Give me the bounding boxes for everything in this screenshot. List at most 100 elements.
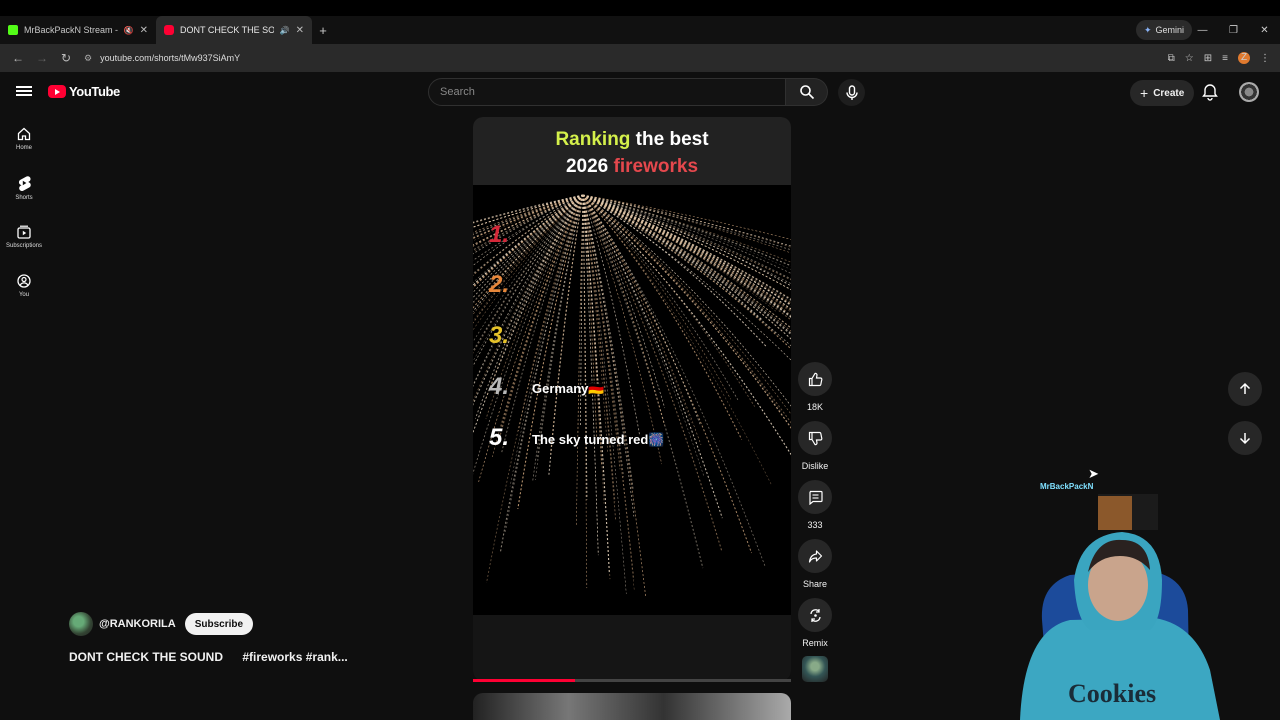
share-label: Share <box>802 579 828 589</box>
firework-streak <box>473 194 584 266</box>
home-icon <box>17 127 31 140</box>
hamburger-menu-icon[interactable] <box>16 84 32 100</box>
extensions-icon[interactable]: ⊞ <box>1204 53 1212 64</box>
like-action: 18K <box>798 362 832 412</box>
subscribe-button[interactable]: Subscribe <box>184 613 254 635</box>
voice-search-button[interactable] <box>838 79 865 106</box>
streamer-name-tag: MrBackPackN <box>1040 482 1094 491</box>
firework-streak <box>582 194 791 334</box>
remix-label: Remix <box>802 638 828 648</box>
gemini-button[interactable]: ✦ Gemini <box>1135 20 1192 40</box>
rank-number-5: 5. <box>489 424 510 451</box>
subscriptions-icon <box>17 225 31 239</box>
firework-streak <box>582 194 776 334</box>
forward-icon[interactable]: → <box>30 51 54 65</box>
share-action: Share <box>798 539 832 589</box>
share-button[interactable] <box>798 539 832 573</box>
remix-button[interactable] <box>798 598 832 632</box>
gemini-sparkle-icon: ✦ <box>1143 24 1152 35</box>
window-controls: — ❐ ✕ <box>1187 16 1280 44</box>
url-field[interactable]: ⚙ youtube.com/shorts/tMw937SiAmY <box>84 47 1168 69</box>
youtube-header: YouTube Search + Create <box>0 72 1280 114</box>
arrow-up-icon <box>1239 382 1251 394</box>
bookmark-star-icon[interactable]: ☆ <box>1185 53 1194 64</box>
install-app-icon[interactable]: ⧉ <box>1168 53 1175 64</box>
title-word-ranking: Ranking <box>555 129 631 150</box>
account-avatar[interactable] <box>1239 82 1259 102</box>
menu-kebab-icon[interactable]: ⋮ <box>1260 53 1270 64</box>
sidebar-item-label: Subscriptions <box>5 242 43 249</box>
sound-thumbnail[interactable] <box>802 656 828 682</box>
like-count: 18K <box>806 402 823 412</box>
shorts-video-player[interactable]: Ranking the best 2026 fireworks 1. 2. 3.… <box>473 117 791 681</box>
thumbs-down-icon <box>808 431 822 445</box>
remix-action: Remix <box>798 598 832 648</box>
close-tab-icon[interactable]: ✕ <box>296 25 304 36</box>
media-control-icon[interactable]: ≡ <box>1222 53 1228 64</box>
back-icon[interactable]: ← <box>6 51 30 65</box>
firework-streak <box>582 194 791 332</box>
audio-icon[interactable]: 🔊 <box>280 26 290 35</box>
shorts-icon <box>18 175 31 191</box>
comments-button[interactable] <box>798 480 832 514</box>
dislike-label: Dislike <box>801 461 829 471</box>
previous-short-button[interactable] <box>1228 372 1262 406</box>
like-button[interactable] <box>798 362 832 396</box>
create-label: Create <box>1153 87 1185 99</box>
youtube-wordmark: YouTube <box>69 84 120 99</box>
sidebar-item-subscriptions[interactable]: Subscriptions <box>0 212 48 261</box>
firework-burst-image <box>473 194 791 598</box>
firework-streak <box>582 194 791 310</box>
new-tab-button[interactable]: + <box>312 23 334 38</box>
video-bottom-area <box>473 615 791 681</box>
notifications-button[interactable] <box>1202 83 1218 106</box>
close-tab-icon[interactable]: ✕ <box>140 25 148 36</box>
site-info-icon[interactable]: ⚙ <box>84 53 92 64</box>
sidebar-item-label: You <box>18 291 30 298</box>
youtube-logo[interactable]: YouTube <box>48 84 120 99</box>
reload-icon[interactable]: ↻ <box>54 51 78 65</box>
streamer-webcam-overlay: Cookies MrBackPackN <box>1020 482 1220 720</box>
dislike-button[interactable] <box>798 421 832 455</box>
rank-name-4: Germany🇩🇪 <box>532 381 605 396</box>
thumbs-up-icon <box>808 372 822 386</box>
firework-streak <box>582 194 791 329</box>
create-button[interactable]: + Create <box>1130 80 1195 106</box>
minimize-icon[interactable]: — <box>1187 25 1218 36</box>
comments-action: 333 <box>798 480 832 530</box>
muted-icon[interactable]: 🔇 <box>124 26 134 35</box>
firework-streak <box>582 194 791 429</box>
arrow-down-icon <box>1239 433 1251 445</box>
channel-avatar[interactable] <box>69 612 93 636</box>
tiger-poster <box>1098 496 1132 530</box>
profile-avatar[interactable]: Z <box>1238 52 1250 64</box>
comment-count: 333 <box>807 520 823 530</box>
video-title-text: DONT CHECK THE SOUND <box>69 650 224 664</box>
close-window-icon[interactable]: ✕ <box>1249 25 1280 36</box>
rank-name-5: The sky turned red🎆 <box>532 432 665 447</box>
sidebar-item-shorts[interactable]: Shorts <box>0 163 48 212</box>
firework-streak <box>582 194 791 263</box>
tab-stream[interactable]: MrBackPackN Stream - Wa 🔇 ✕ <box>0 16 156 44</box>
comment-icon <box>808 490 823 505</box>
next-short-preview[interactable] <box>473 693 791 720</box>
video-hashtags[interactable]: #fireworks #rank... <box>242 650 347 664</box>
firework-streak <box>582 194 616 502</box>
next-short-button[interactable] <box>1228 421 1262 455</box>
screen-top-strip <box>0 0 1280 16</box>
restore-icon[interactable]: ❐ <box>1218 25 1249 36</box>
channel-handle[interactable]: @RANKORILA <box>99 618 176 630</box>
search-input[interactable]: Search <box>428 78 786 106</box>
url-text: youtube.com/shorts/tMw937SiAmY <box>100 53 241 63</box>
youtube-play-icon <box>48 85 66 98</box>
hoodie-print: Cookies <box>1068 679 1156 708</box>
search-button[interactable] <box>786 78 828 106</box>
tab-youtube[interactable]: DONT CHECK THE SOUND 🔊 ✕ <box>156 16 312 44</box>
sidebar-item-home[interactable]: Home <box>0 114 48 163</box>
video-progress-bar[interactable] <box>473 679 791 682</box>
firework-streak <box>582 194 791 350</box>
sidebar-item-you[interactable]: You <box>0 261 48 310</box>
rank-number-3: 3. <box>489 322 510 349</box>
firework-streak <box>582 194 791 302</box>
firework-streak <box>582 194 755 407</box>
